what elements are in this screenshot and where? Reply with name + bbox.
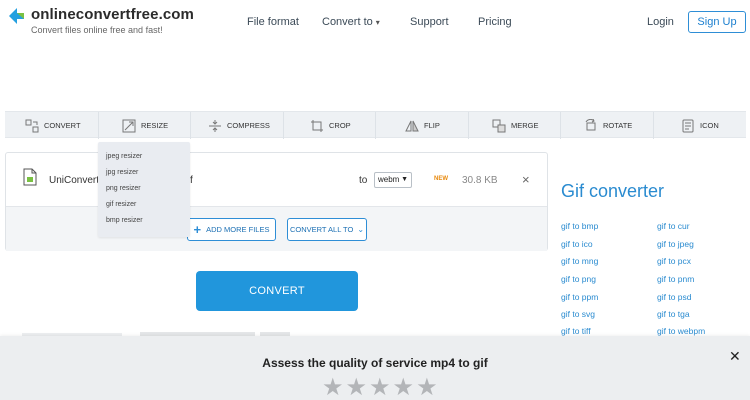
converter-link[interactable]: gif to png: [561, 274, 596, 284]
star-icon[interactable]: ★: [393, 376, 415, 400]
star-icon[interactable]: ★: [322, 376, 344, 400]
format-select[interactable]: webm ▼: [374, 172, 412, 188]
divider: [653, 112, 654, 139]
divider: [98, 112, 99, 139]
brand-name[interactable]: onlineconvertfree.com: [31, 6, 194, 23]
nav-file-format[interactable]: File format: [247, 16, 299, 28]
star-rating[interactable]: ★ ★ ★ ★ ★: [322, 376, 438, 400]
divider: [468, 112, 469, 139]
convert-button[interactable]: CONVERT: [196, 271, 358, 311]
resize-menu-item[interactable]: png resizer: [106, 185, 141, 192]
tool-rotate[interactable]: ROTATE: [584, 112, 632, 139]
convert-all-to-button[interactable]: CONVERT ALL TO ⌄: [287, 218, 367, 241]
star-icon[interactable]: ★: [369, 376, 391, 400]
converter-link[interactable]: gif to cur: [657, 221, 690, 231]
convert-all-label: CONVERT ALL TO: [289, 225, 354, 234]
rotate-icon: [585, 118, 596, 130]
converter-link[interactable]: gif to pnm: [657, 274, 694, 284]
icon-icon: [682, 119, 694, 132]
merge-icon: [492, 119, 506, 132]
tool-label: CONVERT: [44, 121, 81, 130]
close-icon[interactable]: ✕: [729, 348, 741, 365]
tool-label: ICON: [700, 121, 719, 130]
star-icon[interactable]: ★: [346, 376, 368, 400]
file-box: UniConverte f to webm ▼ NEW 30.8 KB × + …: [5, 152, 548, 251]
converter-link[interactable]: gif to bmp: [561, 221, 598, 231]
site-header: onlineconvertfree.com Convert files onli…: [0, 0, 750, 44]
nav-label: Support: [410, 16, 449, 28]
chevron-down-icon: ⌄: [357, 225, 365, 234]
file-actions-bar: + ADD MORE FILES CONVERT ALL TO ⌄: [6, 206, 547, 251]
feedback-title: Assess the quality of service mp4 to gif: [262, 356, 488, 370]
tool-label: ROTATE: [603, 121, 633, 130]
resize-icon: [122, 119, 136, 132]
nav-convert-to[interactable]: Convert to ▾: [322, 16, 380, 28]
tool-compress[interactable]: COMPRESS: [208, 112, 270, 139]
tool-crop[interactable]: CROP: [310, 112, 351, 139]
tool-icon[interactable]: ICON: [681, 112, 719, 139]
compress-icon: [209, 119, 221, 132]
resize-dropdown: jpeg resizer jpg resizer png resizer gif…: [98, 142, 190, 237]
nav-support[interactable]: Support: [410, 16, 449, 28]
chevron-down-icon: ▾: [375, 18, 380, 27]
tool-label: RESIZE: [141, 121, 169, 130]
divider: [190, 112, 191, 139]
tagline: Convert files online free and fast!: [31, 25, 163, 35]
divider: [283, 112, 284, 139]
add-more-label: ADD MORE FILES: [206, 225, 270, 234]
tool-convert[interactable]: CONVERT: [25, 112, 81, 139]
nav-label: File format: [247, 16, 299, 28]
sidebar-title: Gif converter: [561, 181, 665, 201]
tools-bar: CONVERT RESIZE COMPRESS CROP FLIP MERGE …: [5, 111, 746, 139]
converter-link[interactable]: gif to svg: [561, 309, 595, 319]
login-link[interactable]: Login: [647, 16, 674, 28]
add-more-files-button[interactable]: + ADD MORE FILES: [187, 218, 276, 241]
tool-label: CROP: [329, 121, 351, 130]
signup-button[interactable]: Sign Up: [688, 11, 746, 33]
nav-label: Pricing: [478, 16, 512, 28]
chevron-down-icon: ▼: [401, 176, 408, 183]
plus-icon: +: [193, 222, 202, 237]
tool-flip[interactable]: FLIP: [405, 112, 440, 139]
file-size: 30.8 KB: [462, 175, 498, 186]
resize-menu-item[interactable]: jpeg resizer: [106, 153, 142, 160]
tool-label: COMPRESS: [227, 121, 270, 130]
divider: [560, 112, 561, 139]
converter-link[interactable]: gif to tga: [657, 309, 690, 319]
converter-link[interactable]: gif to ico: [561, 239, 593, 249]
tool-label: MERGE: [511, 121, 539, 130]
format-value: webm: [378, 175, 400, 184]
converter-link[interactable]: gif to webpm: [657, 326, 705, 336]
convert-icon: [25, 119, 39, 132]
file-icon: [23, 168, 37, 186]
flip-icon: [405, 120, 419, 131]
resize-menu-item[interactable]: jpg resizer: [106, 169, 138, 176]
tool-label: FLIP: [424, 121, 440, 130]
star-icon[interactable]: ★: [416, 376, 438, 400]
converter-link[interactable]: gif to jpeg: [657, 239, 694, 249]
logo-icon[interactable]: [7, 6, 27, 26]
converter-link[interactable]: gif to pcx: [657, 256, 691, 266]
divider: [375, 112, 376, 139]
converter-link[interactable]: gif to mng: [561, 256, 598, 266]
converter-link[interactable]: gif to tiff: [561, 326, 591, 336]
resize-menu-item[interactable]: bmp resizer: [106, 217, 143, 224]
tool-merge[interactable]: MERGE: [492, 112, 539, 139]
nav-label: Convert to: [322, 16, 373, 28]
file-name-end: f: [190, 175, 193, 186]
resize-menu-item[interactable]: gif resizer: [106, 201, 136, 208]
feedback-panel: Assess the quality of service mp4 to gif…: [0, 336, 750, 400]
crop-icon: [311, 119, 323, 132]
nav-pricing[interactable]: Pricing: [478, 16, 512, 28]
to-label: to: [359, 175, 368, 186]
file-name: UniConverte: [49, 175, 105, 186]
converter-link[interactable]: gif to psd: [657, 292, 692, 302]
new-badge: NEW: [434, 176, 448, 182]
remove-file-button[interactable]: ×: [522, 172, 530, 187]
converter-link[interactable]: gif to ppm: [561, 292, 598, 302]
tool-resize[interactable]: RESIZE: [122, 112, 168, 139]
